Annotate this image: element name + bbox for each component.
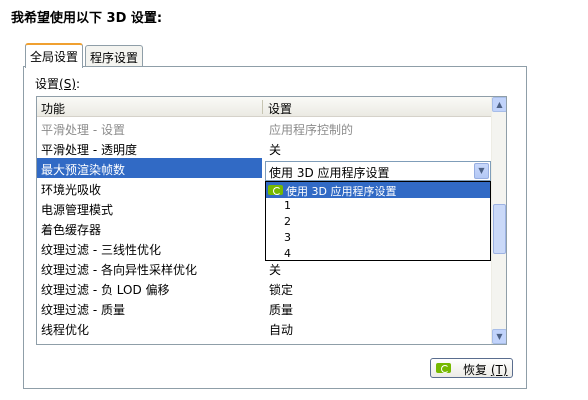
dropdown-option[interactable]: 1 bbox=[266, 198, 490, 214]
grid-header: 功能 设置 bbox=[37, 97, 492, 117]
nvidia-logo-icon bbox=[268, 185, 283, 195]
column-divider[interactable] bbox=[262, 100, 263, 114]
chevron-down-icon[interactable]: ▼ bbox=[492, 329, 506, 344]
table-row[interactable]: 平滑处理 - 透明度 关 bbox=[37, 138, 492, 158]
table-row[interactable]: 纹理过滤 - 质量 质量 bbox=[37, 298, 492, 318]
row-feature: 着色缓存器 bbox=[41, 223, 102, 237]
row-value: 关 bbox=[269, 263, 282, 277]
settings-label: 设置(S): bbox=[35, 77, 81, 91]
row-value: 自动 bbox=[269, 323, 294, 337]
row-value: 关 bbox=[269, 143, 282, 157]
table-row[interactable]: 纹理过滤 - 负 LOD 偏移 锁定 bbox=[37, 278, 492, 298]
chevron-down-icon[interactable]: ▼ bbox=[474, 163, 489, 179]
select-dropdown-list[interactable]: 使用 3D 应用程序设置 1 2 3 4 bbox=[265, 181, 491, 261]
row-value: 锁定 bbox=[269, 283, 294, 297]
tab-program-settings[interactable]: 程序设置 bbox=[85, 45, 144, 67]
row-feature: 平滑处理 - 设置 bbox=[41, 123, 125, 137]
page-heading: 我希望使用以下 3D 设置: bbox=[11, 11, 163, 26]
row-feature: 线程优化 bbox=[41, 323, 90, 337]
table-row[interactable]: 线程优化 自动 bbox=[37, 318, 492, 338]
row-feature: 电源管理模式 bbox=[41, 203, 114, 217]
row-value: 质量 bbox=[269, 303, 294, 317]
tab-label: 全局设置 bbox=[30, 50, 79, 64]
chevron-up-icon[interactable]: ▲ bbox=[492, 97, 506, 112]
dropdown-option[interactable]: 4 bbox=[266, 246, 490, 262]
tab-label: 程序设置 bbox=[90, 51, 139, 65]
row-feature: 纹理过滤 - 三线性优化 bbox=[41, 243, 161, 257]
column-header-feature[interactable]: 功能 bbox=[41, 100, 65, 117]
tab-global-settings[interactable]: 全局设置 bbox=[25, 43, 84, 68]
row-feature: 纹理过滤 - 质量 bbox=[41, 303, 125, 317]
dropdown-option[interactable]: 3 bbox=[266, 230, 490, 246]
dropdown-option[interactable]: 2 bbox=[266, 214, 490, 230]
nvidia-logo-icon bbox=[436, 363, 451, 373]
restore-button[interactable]: 恢复 (T) bbox=[430, 358, 513, 378]
max-prerendered-frames-select[interactable]: 使用 3D 应用程序设置 ▼ bbox=[265, 161, 491, 181]
row-feature: 最大预渲染帧数 bbox=[41, 163, 126, 177]
scrollbar-thumb[interactable] bbox=[493, 204, 506, 254]
column-header-setting[interactable]: 设置 bbox=[268, 100, 292, 117]
restore-label: 恢复 (T) bbox=[463, 363, 508, 377]
row-feature: 纹理过滤 - 负 LOD 偏移 bbox=[41, 283, 170, 297]
row-feature: 环境光吸收 bbox=[41, 183, 102, 197]
settings-mnemonic: (S) bbox=[59, 77, 76, 91]
dropdown-option[interactable]: 使用 3D 应用程序设置 bbox=[266, 182, 490, 198]
select-value: 使用 3D 应用程序设置 bbox=[269, 166, 390, 180]
row-feature: 平滑处理 - 透明度 bbox=[41, 143, 137, 157]
table-row-partial[interactable] bbox=[37, 338, 492, 344]
row-value: 应用程序控制的 bbox=[269, 123, 354, 137]
row-feature: 纹理过滤 - 各向异性采样优化 bbox=[41, 263, 197, 277]
table-row[interactable]: 平滑处理 - 设置 应用程序控制的 bbox=[37, 118, 492, 138]
grid-scrollbar[interactable]: ▲ ▼ bbox=[491, 97, 506, 344]
